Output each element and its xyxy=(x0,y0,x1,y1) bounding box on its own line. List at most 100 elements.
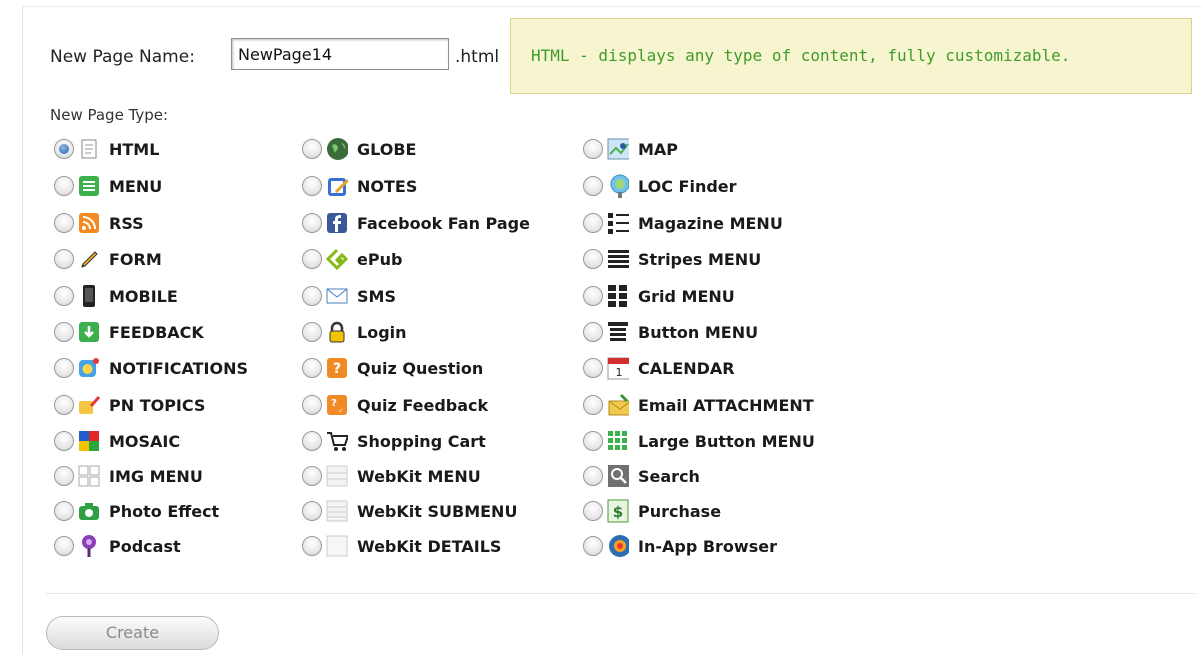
lock-icon xyxy=(326,321,348,343)
epub-icon xyxy=(326,248,348,270)
radio-button[interactable] xyxy=(54,286,74,306)
page-type-label: WebKit SUBMENU xyxy=(357,501,518,521)
page-type-option[interactable]: Magazine MENU xyxy=(583,208,783,238)
page-type-option[interactable]: RSS xyxy=(54,208,144,238)
radio-button[interactable] xyxy=(302,322,322,342)
page-type-option[interactable]: Facebook Fan Page xyxy=(302,208,530,238)
page-type-option[interactable]: Shopping Cart xyxy=(302,426,486,456)
page-type-option[interactable]: LOC Finder xyxy=(583,171,737,201)
radio-button[interactable] xyxy=(302,395,322,415)
page-type-label: ePub xyxy=(357,249,403,269)
radio-button[interactable] xyxy=(54,395,74,415)
radio-button[interactable] xyxy=(583,431,603,451)
radio-button[interactable] xyxy=(302,431,322,451)
page-type-option[interactable]: MENU xyxy=(54,171,162,201)
page-type-option[interactable]: Search xyxy=(583,461,700,491)
page-type-option[interactable]: Login xyxy=(302,317,407,347)
radio-button[interactable] xyxy=(54,466,74,486)
radio-button[interactable] xyxy=(302,249,322,269)
camera-icon xyxy=(78,500,100,522)
page-type-option[interactable]: WebKit SUBMENU xyxy=(302,496,517,526)
radio-button[interactable] xyxy=(302,536,322,556)
radio-button[interactable] xyxy=(302,139,322,159)
radio-button[interactable] xyxy=(54,249,74,269)
loc-finder-icon xyxy=(607,174,629,198)
radio-button[interactable] xyxy=(54,431,74,451)
page-type-label: Quiz Feedback xyxy=(357,395,489,415)
page-type-option[interactable]: HTML xyxy=(54,134,159,164)
radio-button[interactable] xyxy=(54,176,74,196)
svg-text:✓: ✓ xyxy=(338,407,344,415)
radio-button[interactable] xyxy=(583,213,603,233)
page-type-label: SMS xyxy=(357,286,396,306)
radio-button[interactable] xyxy=(583,536,603,556)
radio-button[interactable] xyxy=(302,213,322,233)
page-type-option[interactable]: In-App Browser xyxy=(583,531,777,561)
page-type-label: Login xyxy=(357,322,407,342)
page-type-option[interactable]: Button MENU xyxy=(583,317,758,347)
radio-button[interactable] xyxy=(302,466,322,486)
radio-button[interactable] xyxy=(583,501,603,521)
stripes-menu-icon xyxy=(607,248,629,270)
page-type-label: CALENDAR xyxy=(638,358,735,378)
radio-button[interactable] xyxy=(583,139,603,159)
page-type-option[interactable]: WebKit DETAILS xyxy=(302,531,501,561)
page-type-option[interactable]: PN TOPICS xyxy=(54,390,205,420)
page-type-option[interactable]: Stripes MENU xyxy=(583,244,761,274)
page-type-option[interactable]: ePub xyxy=(302,244,402,274)
page-name-input[interactable] xyxy=(231,38,449,70)
page-type-option[interactable]: MOBILE xyxy=(54,281,178,311)
rss-icon xyxy=(78,212,100,234)
menu-icon xyxy=(78,175,100,197)
radio-button[interactable] xyxy=(54,139,74,159)
page-type-option[interactable]: $ Purchase xyxy=(583,496,721,526)
radio-button[interactable] xyxy=(583,249,603,269)
page-type-label: Button MENU xyxy=(638,322,759,342)
page-type-option[interactable]: FORM xyxy=(54,244,162,274)
radio-button[interactable] xyxy=(54,213,74,233)
radio-button[interactable] xyxy=(54,536,74,556)
radio-button[interactable] xyxy=(54,322,74,342)
page-type-option[interactable]: Photo Effect xyxy=(54,496,219,526)
radio-button[interactable] xyxy=(302,358,322,378)
page-type-option[interactable]: SMS xyxy=(302,281,396,311)
page-type-option[interactable]: WebKit MENU xyxy=(302,461,481,491)
page-type-label: Podcast xyxy=(109,536,181,556)
radio-button[interactable] xyxy=(583,395,603,415)
radio-button[interactable] xyxy=(583,322,603,342)
purchase-icon: $ xyxy=(607,499,629,523)
page-type-option[interactable]: Email ATTACHMENT xyxy=(583,390,814,420)
page-type-option[interactable]: IMG MENU xyxy=(54,461,203,491)
feedback-icon xyxy=(78,321,100,343)
radio-button[interactable] xyxy=(583,286,603,306)
page-type-option[interactable]: Grid MENU xyxy=(583,281,735,311)
page-type-option[interactable]: NOTES xyxy=(302,171,417,201)
radio-button[interactable] xyxy=(54,501,74,521)
page-type-label: HTML xyxy=(109,139,160,159)
radio-button[interactable] xyxy=(302,286,322,306)
page-type-option[interactable]: 1 CALENDAR xyxy=(583,353,735,383)
page-type-option[interactable]: ? ✓ Quiz Feedback xyxy=(302,390,488,420)
grid-menu-icon xyxy=(607,285,629,307)
page-type-label: Photo Effect xyxy=(109,501,220,521)
page-type-label: Search xyxy=(638,466,700,486)
radio-button[interactable] xyxy=(583,358,603,378)
page-type-label: Large Button MENU xyxy=(638,431,815,451)
page-type-option[interactable]: ? Quiz Question xyxy=(302,353,483,383)
create-button[interactable]: Create xyxy=(46,616,219,650)
radio-button[interactable] xyxy=(302,501,322,521)
radio-button[interactable] xyxy=(583,176,603,196)
page-type-option[interactable]: MAP xyxy=(583,134,678,164)
page-type-option[interactable]: FEEDBACK xyxy=(54,317,204,347)
radio-button[interactable] xyxy=(54,358,74,378)
search-icon xyxy=(607,465,629,487)
page-type-label: WebKit MENU xyxy=(357,466,481,486)
page-type-option[interactable]: NOTIFICATIONS xyxy=(54,353,248,383)
radio-button[interactable] xyxy=(583,466,603,486)
radio-button[interactable] xyxy=(302,176,322,196)
globe-icon xyxy=(326,138,348,160)
page-type-option[interactable]: Large Button MENU xyxy=(583,426,815,456)
page-type-option[interactable]: GLOBE xyxy=(302,134,416,164)
page-type-option[interactable]: MOSAIC xyxy=(54,426,180,456)
page-type-option[interactable]: Podcast xyxy=(54,531,181,561)
